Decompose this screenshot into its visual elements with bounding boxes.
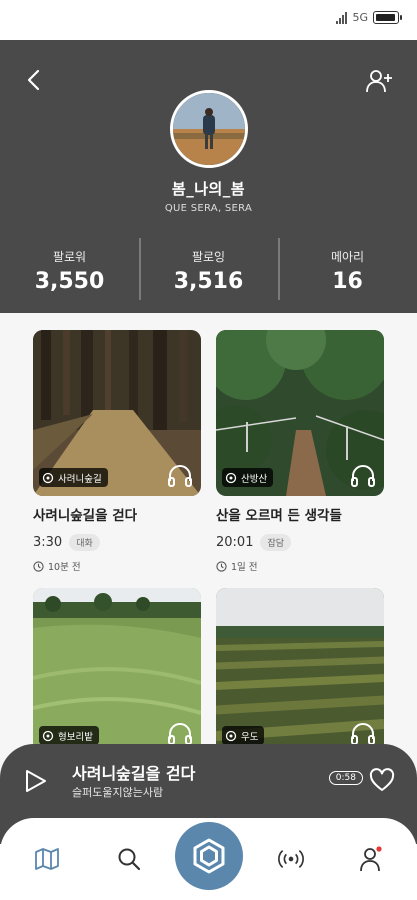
episode-duration: 3:30	[33, 535, 63, 550]
stat-echoes[interactable]: 메아리 16	[278, 236, 417, 302]
location-tag-icon	[225, 730, 237, 741]
location-tag-icon	[225, 472, 237, 483]
location-tag-icon	[42, 730, 54, 741]
profile-subtitle: QUE SERA, SERA	[164, 203, 253, 214]
profile-header: 봄_나의_봄 QUE SERA, SERA 팔로워 3,550 팔로잉 3,51…	[0, 40, 417, 313]
stat-following[interactable]: 팔로잉 3,516	[139, 236, 278, 302]
profile-name: 봄_나의_봄	[171, 180, 246, 198]
episode-title: 사려니숲길을 걷다	[33, 508, 138, 524]
chevron-left-icon[interactable]	[22, 68, 46, 92]
user-icon[interactable]	[358, 846, 384, 872]
posted-ago: 1일 전	[231, 562, 258, 573]
battery-icon	[373, 11, 402, 24]
episode-thumbnail[interactable]: 사려니숲길	[33, 330, 201, 496]
profile-stats: 팔로워 3,550 팔로잉 3,516 메아리 16	[0, 236, 417, 302]
clock-icon	[216, 560, 227, 572]
network-label: 5G	[352, 11, 368, 24]
record-button[interactable]	[175, 822, 243, 890]
headphones-icon[interactable]	[167, 464, 193, 488]
episode-title: 산을 오르며 든 생각들	[216, 508, 342, 524]
notification-dot	[376, 846, 382, 852]
headphones-icon[interactable]	[350, 464, 376, 488]
headphones-icon[interactable]	[167, 722, 193, 746]
status-bar: 5G	[0, 0, 417, 40]
episode-card[interactable]: 형보리밭	[33, 588, 201, 754]
stat-value: 3,550	[34, 269, 105, 294]
category-pill: 대화	[69, 534, 100, 551]
category-pill: 잡담	[260, 534, 292, 551]
now-playing-title: 사려니숲길을 걷다	[72, 764, 196, 783]
map-icon[interactable]	[34, 846, 60, 872]
episode-thumbnail[interactable]: 우도	[216, 588, 384, 754]
play-icon[interactable]	[22, 768, 48, 794]
episode-thumbnail[interactable]: 형보리밭	[33, 588, 201, 754]
episode-thumbnail[interactable]: 산방산	[216, 330, 384, 496]
episode-card[interactable]: 산방산 산을 오르며 든 생각들 20:01 잡담 1일 전	[216, 330, 384, 573]
headphones-icon[interactable]	[350, 722, 376, 746]
location-tag: 형보리밭	[39, 726, 99, 745]
location-tag-label: 사려니숲길	[58, 473, 102, 485]
episode-card[interactable]: 우도	[216, 588, 384, 754]
heart-icon[interactable]	[369, 768, 395, 792]
hexagon-record-icon	[193, 838, 225, 874]
now-playing-time: 0:58	[328, 771, 363, 785]
bottom-navigation	[0, 818, 417, 900]
location-tag-label: 형보리밭	[58, 731, 93, 743]
now-playing-artist: 슬퍼도울지않는사람	[72, 786, 164, 799]
location-tag: 사려니숲길	[39, 468, 108, 487]
location-tag-icon	[42, 472, 54, 483]
add-user-icon[interactable]	[365, 68, 393, 94]
signal-icon	[336, 11, 348, 24]
location-tag-label: 산방산	[241, 473, 268, 485]
clock-icon	[33, 560, 44, 572]
stat-label: 팔로잉	[191, 250, 226, 264]
stat-label: 팔로워	[52, 250, 87, 264]
stat-value: 3,516	[173, 269, 244, 294]
episode-card[interactable]: 사려니숲길 사려니숲길을 걷다 3:30 대화 10분 전	[33, 330, 201, 573]
location-tag-label: 우도	[241, 731, 259, 743]
posted-ago: 10분 전	[48, 562, 81, 573]
stat-followers[interactable]: 팔로워 3,550	[0, 236, 139, 302]
broadcast-icon[interactable]	[278, 846, 304, 872]
location-tag: 우도	[222, 726, 265, 745]
avatar[interactable]	[170, 90, 248, 168]
stat-label: 메아리	[330, 250, 365, 264]
stat-value: 16	[332, 269, 363, 294]
search-icon[interactable]	[116, 846, 142, 872]
location-tag: 산방산	[222, 468, 274, 487]
episode-duration: 20:01	[216, 535, 254, 550]
